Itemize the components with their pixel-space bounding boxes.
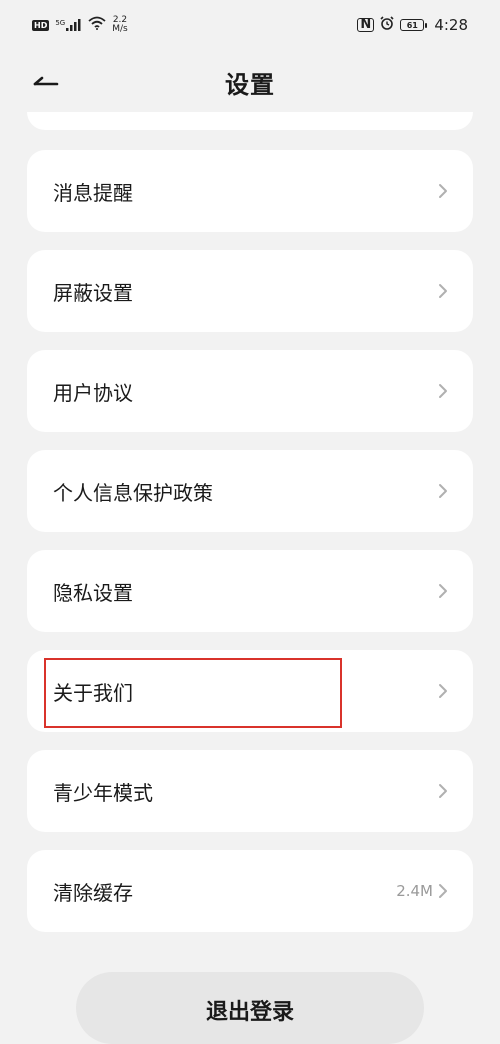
chevron-right-icon bbox=[439, 884, 447, 898]
wifi-icon bbox=[88, 16, 106, 34]
menu-item-user-agreement[interactable]: 用户协议 bbox=[27, 350, 473, 432]
menu-item-privacy-policy[interactable]: 个人信息保护政策 bbox=[27, 450, 473, 532]
chevron-right-icon bbox=[439, 584, 447, 598]
menu-item-label: 用户协议 bbox=[53, 380, 133, 405]
back-button[interactable] bbox=[26, 64, 66, 100]
menu-item-privacy-settings[interactable]: 隐私设置 bbox=[27, 550, 473, 632]
battery-level: 61 bbox=[406, 20, 418, 30]
status-bar: HD 5G 2.2 M/s N 61 4:28 bbox=[0, 0, 500, 50]
signal-icon: 5G bbox=[55, 19, 82, 31]
network-speed: 2.2 M/s bbox=[112, 16, 128, 34]
chevron-right-icon bbox=[439, 684, 447, 698]
menu-item-label: 关于我们 bbox=[53, 680, 133, 705]
page-title: 设置 bbox=[225, 70, 275, 99]
menu-item-label: 青少年模式 bbox=[53, 780, 153, 805]
menu-item-about-us[interactable]: 关于我们 bbox=[27, 650, 473, 732]
page-header: 设置 bbox=[0, 52, 500, 112]
network-type: 5G bbox=[55, 19, 66, 27]
partial-card-top bbox=[27, 112, 473, 130]
cache-size: 2.4M bbox=[396, 882, 433, 900]
hd-badge: HD bbox=[32, 19, 50, 31]
settings-list: 消息提醒 屏蔽设置 用户协议 个人信息保护政策 隐私设置 关于我们 青少年模式 … bbox=[27, 112, 473, 950]
menu-item-right bbox=[433, 583, 449, 599]
menu-item-label: 消息提醒 bbox=[53, 180, 133, 205]
menu-item-label: 屏蔽设置 bbox=[53, 280, 133, 305]
speed-unit: M/s bbox=[112, 24, 128, 34]
menu-item-right bbox=[433, 183, 449, 199]
alarm-icon bbox=[380, 16, 394, 34]
menu-item-right: 2.4M bbox=[396, 882, 449, 900]
menu-item-notifications[interactable]: 消息提醒 bbox=[27, 150, 473, 232]
chevron-right-icon bbox=[439, 284, 447, 298]
menu-item-label: 清除缓存 bbox=[53, 880, 133, 905]
menu-item-clear-cache[interactable]: 清除缓存 2.4M bbox=[27, 850, 473, 932]
chevron-right-icon bbox=[439, 784, 447, 798]
menu-item-label: 隐私设置 bbox=[53, 580, 133, 605]
status-right: N 61 4:28 bbox=[357, 16, 468, 34]
chevron-right-icon bbox=[439, 384, 447, 398]
back-arrow-icon bbox=[33, 76, 59, 86]
clock-time: 4:28 bbox=[434, 16, 468, 34]
menu-item-right bbox=[433, 483, 449, 499]
nfc-icon: N bbox=[357, 18, 375, 32]
chevron-right-icon bbox=[439, 484, 447, 498]
chevron-right-icon bbox=[439, 184, 447, 198]
menu-item-teen-mode[interactable]: 青少年模式 bbox=[27, 750, 473, 832]
menu-item-right bbox=[433, 683, 449, 699]
menu-item-right bbox=[433, 783, 449, 799]
menu-item-right bbox=[433, 283, 449, 299]
menu-item-right bbox=[433, 383, 449, 399]
logout-button[interactable]: 退出登录 bbox=[76, 972, 424, 1044]
menu-item-label: 个人信息保护政策 bbox=[53, 480, 213, 505]
menu-item-block-settings[interactable]: 屏蔽设置 bbox=[27, 250, 473, 332]
battery-icon: 61 bbox=[400, 19, 428, 31]
status-left: HD 5G 2.2 M/s bbox=[32, 16, 128, 34]
